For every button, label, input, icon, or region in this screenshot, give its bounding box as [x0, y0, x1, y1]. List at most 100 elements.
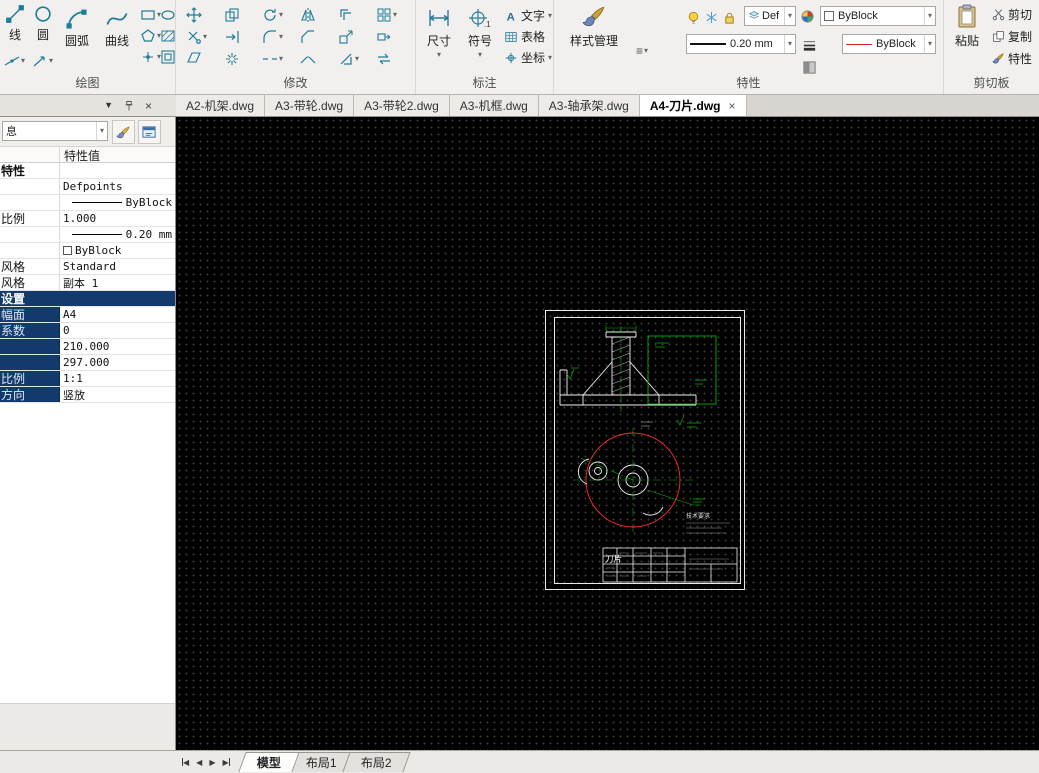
svg-text:A: A — [507, 11, 515, 23]
hatch-icon[interactable] — [160, 27, 176, 45]
prev-tab-icon[interactable]: ◀ — [196, 758, 202, 767]
pin-icon[interactable] — [123, 100, 135, 112]
match-brush-icon — [116, 125, 130, 138]
layer-freeze-icon[interactable] — [704, 8, 719, 26]
rectangle-icon[interactable]: ▾ — [140, 6, 161, 24]
move-icon[interactable] — [186, 6, 202, 24]
array-icon[interactable]: ▾ — [376, 6, 397, 24]
extend-icon[interactable] — [224, 28, 240, 46]
reverse-icon[interactable] — [376, 50, 392, 68]
doc-tab-active[interactable]: A4-刀片.dwg × — [639, 95, 747, 116]
paste-button[interactable]: 粘贴 — [948, 4, 986, 49]
palette-close-icon[interactable]: × — [145, 99, 152, 113]
offset-icon[interactable] — [338, 6, 354, 24]
lineweight-preview — [71, 234, 122, 235]
arc-button[interactable]: 圆弧 — [60, 8, 94, 49]
layout-tab-bar: ◀ ◀ ▶ ▶ 模型 布局1 布局2 — [0, 750, 1039, 773]
copy-label: 复制 — [1008, 30, 1033, 44]
ribbon-group-properties: 样式管理 ≡ ▾ Def ▾ ByBlock ▾ 0.20 mm ▾ ByBlo… — [554, 0, 944, 94]
coordinate-button[interactable]: 坐标 ▾ — [504, 49, 552, 66]
arc-label: 圆弧 — [64, 34, 89, 48]
property-row: 比例 1:1 — [0, 371, 175, 387]
layer-on-icon[interactable] — [686, 8, 701, 26]
lineweight-settings-icon[interactable] — [802, 36, 817, 54]
part-title: 刀片 — [605, 554, 622, 564]
cut-label: 剪切 — [1008, 8, 1033, 22]
style-menu-icon[interactable]: ≡ ▾ — [636, 42, 648, 60]
match-props-ribbon-button[interactable]: 特性 — [992, 50, 1032, 67]
style-manager-button[interactable]: 样式管理 — [562, 4, 626, 49]
stretch-icon[interactable] — [376, 28, 392, 46]
join-icon[interactable] — [300, 50, 316, 68]
match-properties-button[interactable] — [112, 120, 135, 144]
layer-lock-icon[interactable] — [722, 8, 737, 26]
color-select[interactable]: ByBlock ▾ — [820, 6, 936, 26]
color-preview — [63, 246, 72, 255]
property-row: ByBlock — [0, 195, 175, 211]
model-space-canvas[interactable]: 技术要求 刀片 — [176, 117, 1039, 750]
mirror-icon[interactable] — [300, 6, 316, 24]
erase-icon[interactable] — [186, 50, 202, 68]
ray-icon[interactable]: ▾ — [32, 52, 53, 70]
trim-icon[interactable]: ▾ — [186, 28, 207, 46]
quick-select-button[interactable] — [138, 120, 161, 144]
layers-icon — [748, 11, 760, 19]
line-button[interactable]: 线 — [2, 4, 28, 43]
layout-nav: ◀ ◀ ▶ ▶ — [182, 758, 230, 767]
lineweight-select[interactable]: 0.20 mm ▾ — [686, 34, 796, 54]
doc-tab[interactable]: A3-带轮.dwg — [265, 95, 355, 116]
scale-icon[interactable] — [338, 28, 354, 46]
text-button[interactable]: A 文字 ▾ — [504, 7, 552, 24]
chamfer-icon[interactable] — [300, 28, 316, 46]
lineweight-sample — [690, 43, 726, 45]
align-icon[interactable]: ▾ — [338, 50, 359, 68]
properties-palette: 息 ▾ 特性值 特性 Defpoints ByBlock 比例 1.000 0.2… — [0, 117, 176, 750]
quick-select-icon — [142, 125, 156, 138]
block-icon[interactable] — [160, 48, 176, 66]
circle-button[interactable]: 圆 — [30, 4, 56, 43]
table-label: 表格 — [521, 30, 546, 44]
doc-tab[interactable]: A3-机框.dwg — [449, 95, 539, 116]
doc-tabs: A2-机架.dwg A3-带轮.dwg A3-带轮2.dwg A3-机框.dwg… — [176, 95, 747, 116]
xline-icon[interactable]: ▾ — [4, 52, 25, 70]
next-tab-icon[interactable]: ▶ — [209, 758, 215, 767]
cut-button[interactable]: 剪切 — [992, 6, 1032, 23]
dimension-button[interactable]: 尺寸 ▾ — [422, 6, 456, 59]
property-row: Defpoints — [0, 179, 175, 195]
tab-model[interactable]: 模型 — [237, 752, 300, 772]
linetype-select[interactable]: ByBlock ▾ — [842, 34, 936, 54]
style-brush-icon — [582, 6, 605, 27]
lineweight-value: 0.20 mm — [730, 38, 773, 50]
curve-button[interactable]: 曲线 — [100, 8, 134, 49]
explode-icon[interactable] — [224, 50, 240, 68]
layer-value: Def — [762, 10, 780, 22]
rotate-icon[interactable]: ▾ — [262, 6, 283, 24]
ellipse-icon[interactable] — [160, 6, 176, 24]
break-icon[interactable]: ▾ — [262, 50, 283, 68]
doc-tab[interactable]: A3-带轮2.dwg — [354, 95, 450, 116]
drawing-a4-blade[interactable]: 技术要求 刀片 — [545, 310, 745, 590]
symbol-button[interactable]: .1 符号 ▾ — [462, 6, 498, 59]
fillet-icon[interactable]: ▾ — [262, 28, 283, 46]
tab-layout2[interactable]: 布局2 — [342, 752, 411, 772]
layer-select[interactable]: Def ▾ — [744, 6, 796, 26]
model-layout-tabs: 模型 布局1 布局2 — [237, 752, 411, 772]
first-tab-icon[interactable]: ◀ — [182, 758, 189, 767]
scissors-icon — [992, 9, 1005, 21]
tab-close-icon[interactable]: × — [729, 99, 736, 113]
polygon-icon[interactable]: ▾ — [140, 27, 161, 45]
doc-tab[interactable]: A3-轴承架.dwg — [538, 95, 640, 116]
table-button[interactable]: 表格 — [504, 28, 545, 45]
info-selector[interactable]: 息 ▾ — [2, 121, 108, 141]
palette-menu-icon[interactable]: ▼ — [104, 101, 113, 110]
draw-group-label: 绘图 — [75, 76, 100, 90]
doc-tab[interactable]: A2-机架.dwg — [176, 95, 266, 116]
color-wheel-icon[interactable] — [800, 7, 815, 25]
copy-clip-button[interactable]: 复制 — [992, 28, 1032, 45]
modify-group-label: 修改 — [283, 76, 308, 90]
tech-note-text: 技术要求 — [686, 512, 710, 520]
copy-icon[interactable] — [224, 6, 240, 24]
property-row-section: 特性 — [0, 163, 175, 179]
last-tab-icon[interactable]: ▶ — [222, 758, 230, 767]
point-icon[interactable]: ▾ — [140, 48, 161, 66]
